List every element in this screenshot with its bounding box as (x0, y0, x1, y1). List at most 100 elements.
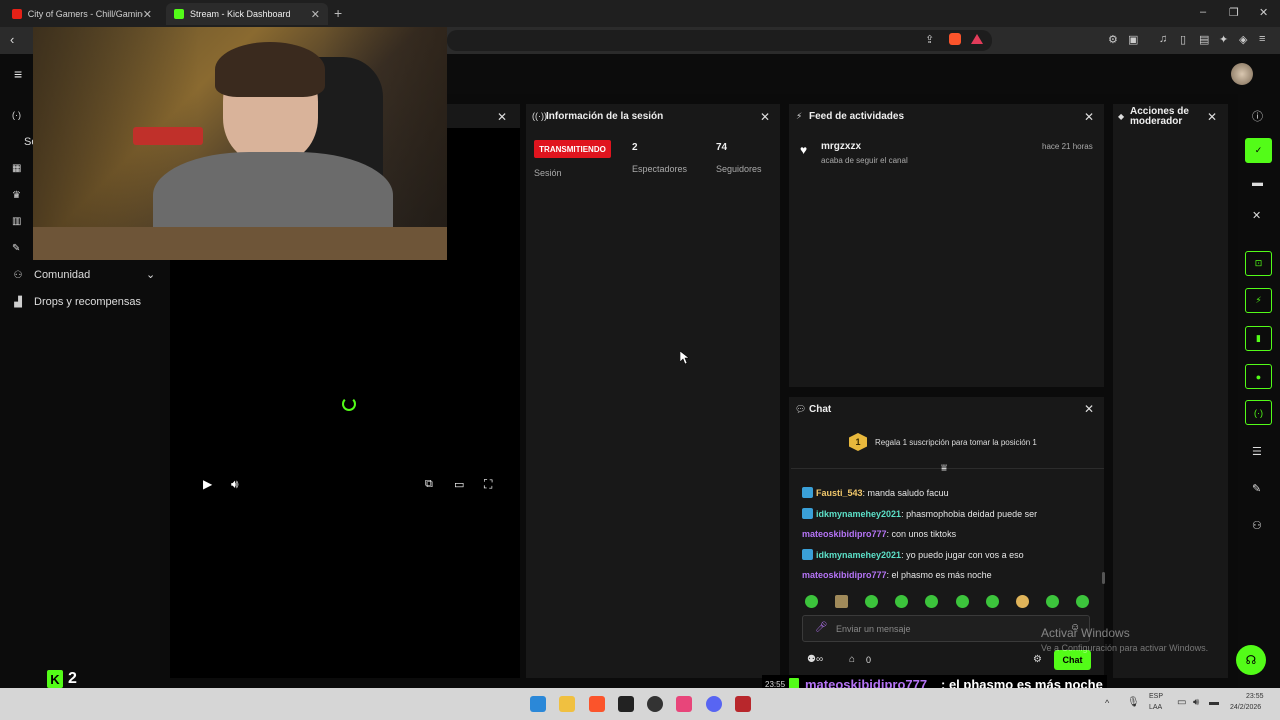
chat-scrollbar[interactable] (1102, 572, 1105, 584)
menu-icon[interactable]: ≡ (1259, 33, 1265, 45)
video-icon[interactable]: ▥ (12, 216, 21, 227)
new-tab-button[interactable]: + (334, 5, 342, 21)
battery-icon[interactable]: ▬ (1209, 697, 1219, 708)
panel-player-toggle[interactable]: ⊡ (1245, 251, 1272, 276)
emote-icon[interactable] (1076, 595, 1089, 608)
chat-username[interactable]: Fausti_543 (816, 488, 863, 498)
gift-sub-text[interactable]: Regala 1 suscripción para tomar la posic… (875, 438, 1037, 447)
lang-layout[interactable]: LAA (1149, 704, 1162, 711)
chat-username[interactable]: mateoskibidipro777 (802, 570, 887, 580)
clock-time[interactable]: 23:55 (1246, 693, 1264, 700)
close-icon[interactable]: ✕ (1252, 209, 1261, 222)
loading-spinner-icon (342, 397, 356, 411)
epic-games-icon[interactable] (618, 696, 634, 712)
community-icon: ⚇ (13, 269, 23, 281)
close-tab-icon[interactable]: ✕ (143, 8, 152, 21)
emote-icon[interactable] (925, 595, 938, 608)
emote-icon[interactable] (986, 595, 999, 608)
tab-title: Stream - Kick Dashboard (190, 9, 291, 19)
close-tab-icon[interactable]: ✕ (311, 8, 320, 21)
voicemeeter-icon[interactable] (735, 696, 751, 712)
hamburger-menu-icon[interactable]: ≡ (14, 66, 22, 82)
check-icon[interactable]: ✓ (1245, 138, 1272, 163)
emote-icon[interactable] (895, 595, 908, 608)
info-icon[interactable]: ⓘ (1252, 108, 1263, 124)
chat-panel-title: Chat (809, 404, 832, 415)
sidebar-item-drops[interactable]: ▟ Drops y recompensas (12, 296, 141, 308)
emote-icon[interactable] (1046, 595, 1059, 608)
stack-icon[interactable]: ☰ (1252, 445, 1262, 458)
chat-settings-icon[interactable]: ⚙ (1033, 654, 1042, 665)
sidebar-toggle-icon[interactable]: ▯ (1180, 33, 1186, 46)
close-chat-panel-icon[interactable]: ✕ (1084, 402, 1094, 416)
close-window-button[interactable]: ✕ (1259, 6, 1268, 19)
chat-username[interactable]: mateoskibidipro777 (802, 529, 887, 539)
restore-button[interactable]: ❐ (1229, 6, 1239, 19)
clock-date[interactable]: 24/2/2026 (1230, 704, 1261, 711)
screenshot-icon[interactable]: ▣ (1128, 33, 1138, 46)
panel-chat-toggle[interactable]: ● (1245, 364, 1272, 389)
chat-input-placeholder[interactable]: Enviar un mensaje (836, 624, 911, 634)
emote-icon[interactable] (805, 595, 818, 608)
users-icon[interactable]: ⚉∞ (807, 654, 823, 665)
pip-icon[interactable]: ⧉ (425, 478, 433, 491)
wallet-icon[interactable]: ▤ (1199, 33, 1209, 46)
file-explorer-icon[interactable] (559, 696, 575, 712)
play-icon[interactable]: ▶ (203, 477, 212, 491)
expand-icon[interactable]: ⩸ (941, 463, 947, 474)
tab-city-of-gamers[interactable]: City of Gamers - Chill/Gaming/St ✕ (4, 3, 160, 25)
leo-ai-icon[interactable]: ✦ (1219, 33, 1228, 46)
analytics-icon[interactable]: ▦ (12, 163, 21, 174)
brave-browser-icon[interactable] (589, 696, 605, 712)
chat-username[interactable]: idkmynamehey2021 (816, 509, 901, 519)
emote-icon[interactable] (1016, 595, 1029, 608)
panel-mod-toggle[interactable]: ▮ (1245, 326, 1272, 351)
minimize-button[interactable]: – (1200, 6, 1206, 18)
trophy-icon[interactable]: ♛ (12, 190, 21, 201)
theater-mode-icon[interactable]: ▭ (454, 478, 464, 491)
layout-icon[interactable]: ▬ (1252, 177, 1263, 189)
community-icon[interactable]: ⚇ (1252, 519, 1262, 532)
microphone-icon[interactable]: 🎤︎ (815, 622, 828, 633)
network-icon[interactable]: ▭ (1177, 697, 1186, 708)
activity-user[interactable]: mrgzxzx (821, 141, 861, 152)
back-icon[interactable]: ‹ (10, 32, 14, 47)
chat-username[interactable]: idkmynamehey2021 (816, 550, 901, 560)
tools-icon[interactable]: ✎ (1252, 482, 1261, 495)
avatar[interactable] (1231, 63, 1253, 85)
panel-session-toggle[interactable]: (·) (1245, 400, 1272, 425)
support-headset-icon[interactable]: ☊ (1236, 645, 1266, 675)
music-icon[interactable]: ♫ (1159, 33, 1167, 45)
emote-icon[interactable] (865, 595, 878, 608)
stream-icon[interactable]: (·) (12, 110, 21, 120)
itunes-icon[interactable] (676, 696, 692, 712)
obs-icon[interactable] (647, 696, 663, 712)
emote-icon[interactable] (835, 595, 848, 608)
discord-icon[interactable] (706, 696, 722, 712)
extensions-icon[interactable]: ⚙ (1108, 33, 1118, 46)
address-bar[interactable] (447, 30, 992, 51)
tray-chevron-icon[interactable]: ^ (1105, 698, 1109, 708)
lang-code[interactable]: ESP (1149, 693, 1163, 700)
tab-kick-dashboard[interactable]: Stream - Kick Dashboard ✕ (166, 3, 328, 25)
chevron-down-icon[interactable]: ⌄ (146, 268, 155, 281)
emote-icon[interactable] (956, 595, 969, 608)
fullscreen-icon[interactable]: ⛶ (484, 477, 492, 492)
volume-icon[interactable]: 🔊︎ (231, 477, 239, 492)
close-session-panel-icon[interactable]: ✕ (760, 110, 770, 124)
wrench-icon[interactable]: ✎ (12, 243, 20, 254)
close-player-panel-icon[interactable]: ✕ (497, 110, 507, 124)
start-icon[interactable] (530, 696, 546, 712)
brave-shields-icon[interactable] (949, 33, 961, 45)
sidebar-item-comunidad[interactable]: ⚇ Comunidad (12, 269, 91, 281)
panel-activity-toggle[interactable]: ⚡︎ (1245, 288, 1272, 313)
volume-tray-icon[interactable]: 🔊︎ (1193, 697, 1199, 708)
vpn-icon[interactable]: ◈ (1239, 33, 1247, 46)
store-icon[interactable]: ⌂ (849, 654, 855, 665)
brave-rewards-icon[interactable] (971, 34, 983, 44)
send-chat-button[interactable]: Chat (1054, 650, 1091, 670)
tray-mic-icon[interactable]: 🎙︎ (1127, 697, 1140, 708)
close-mod-panel-icon[interactable]: ✕ (1207, 110, 1217, 124)
share-icon[interactable]: ⇪ (925, 33, 934, 46)
close-activity-panel-icon[interactable]: ✕ (1084, 110, 1094, 124)
